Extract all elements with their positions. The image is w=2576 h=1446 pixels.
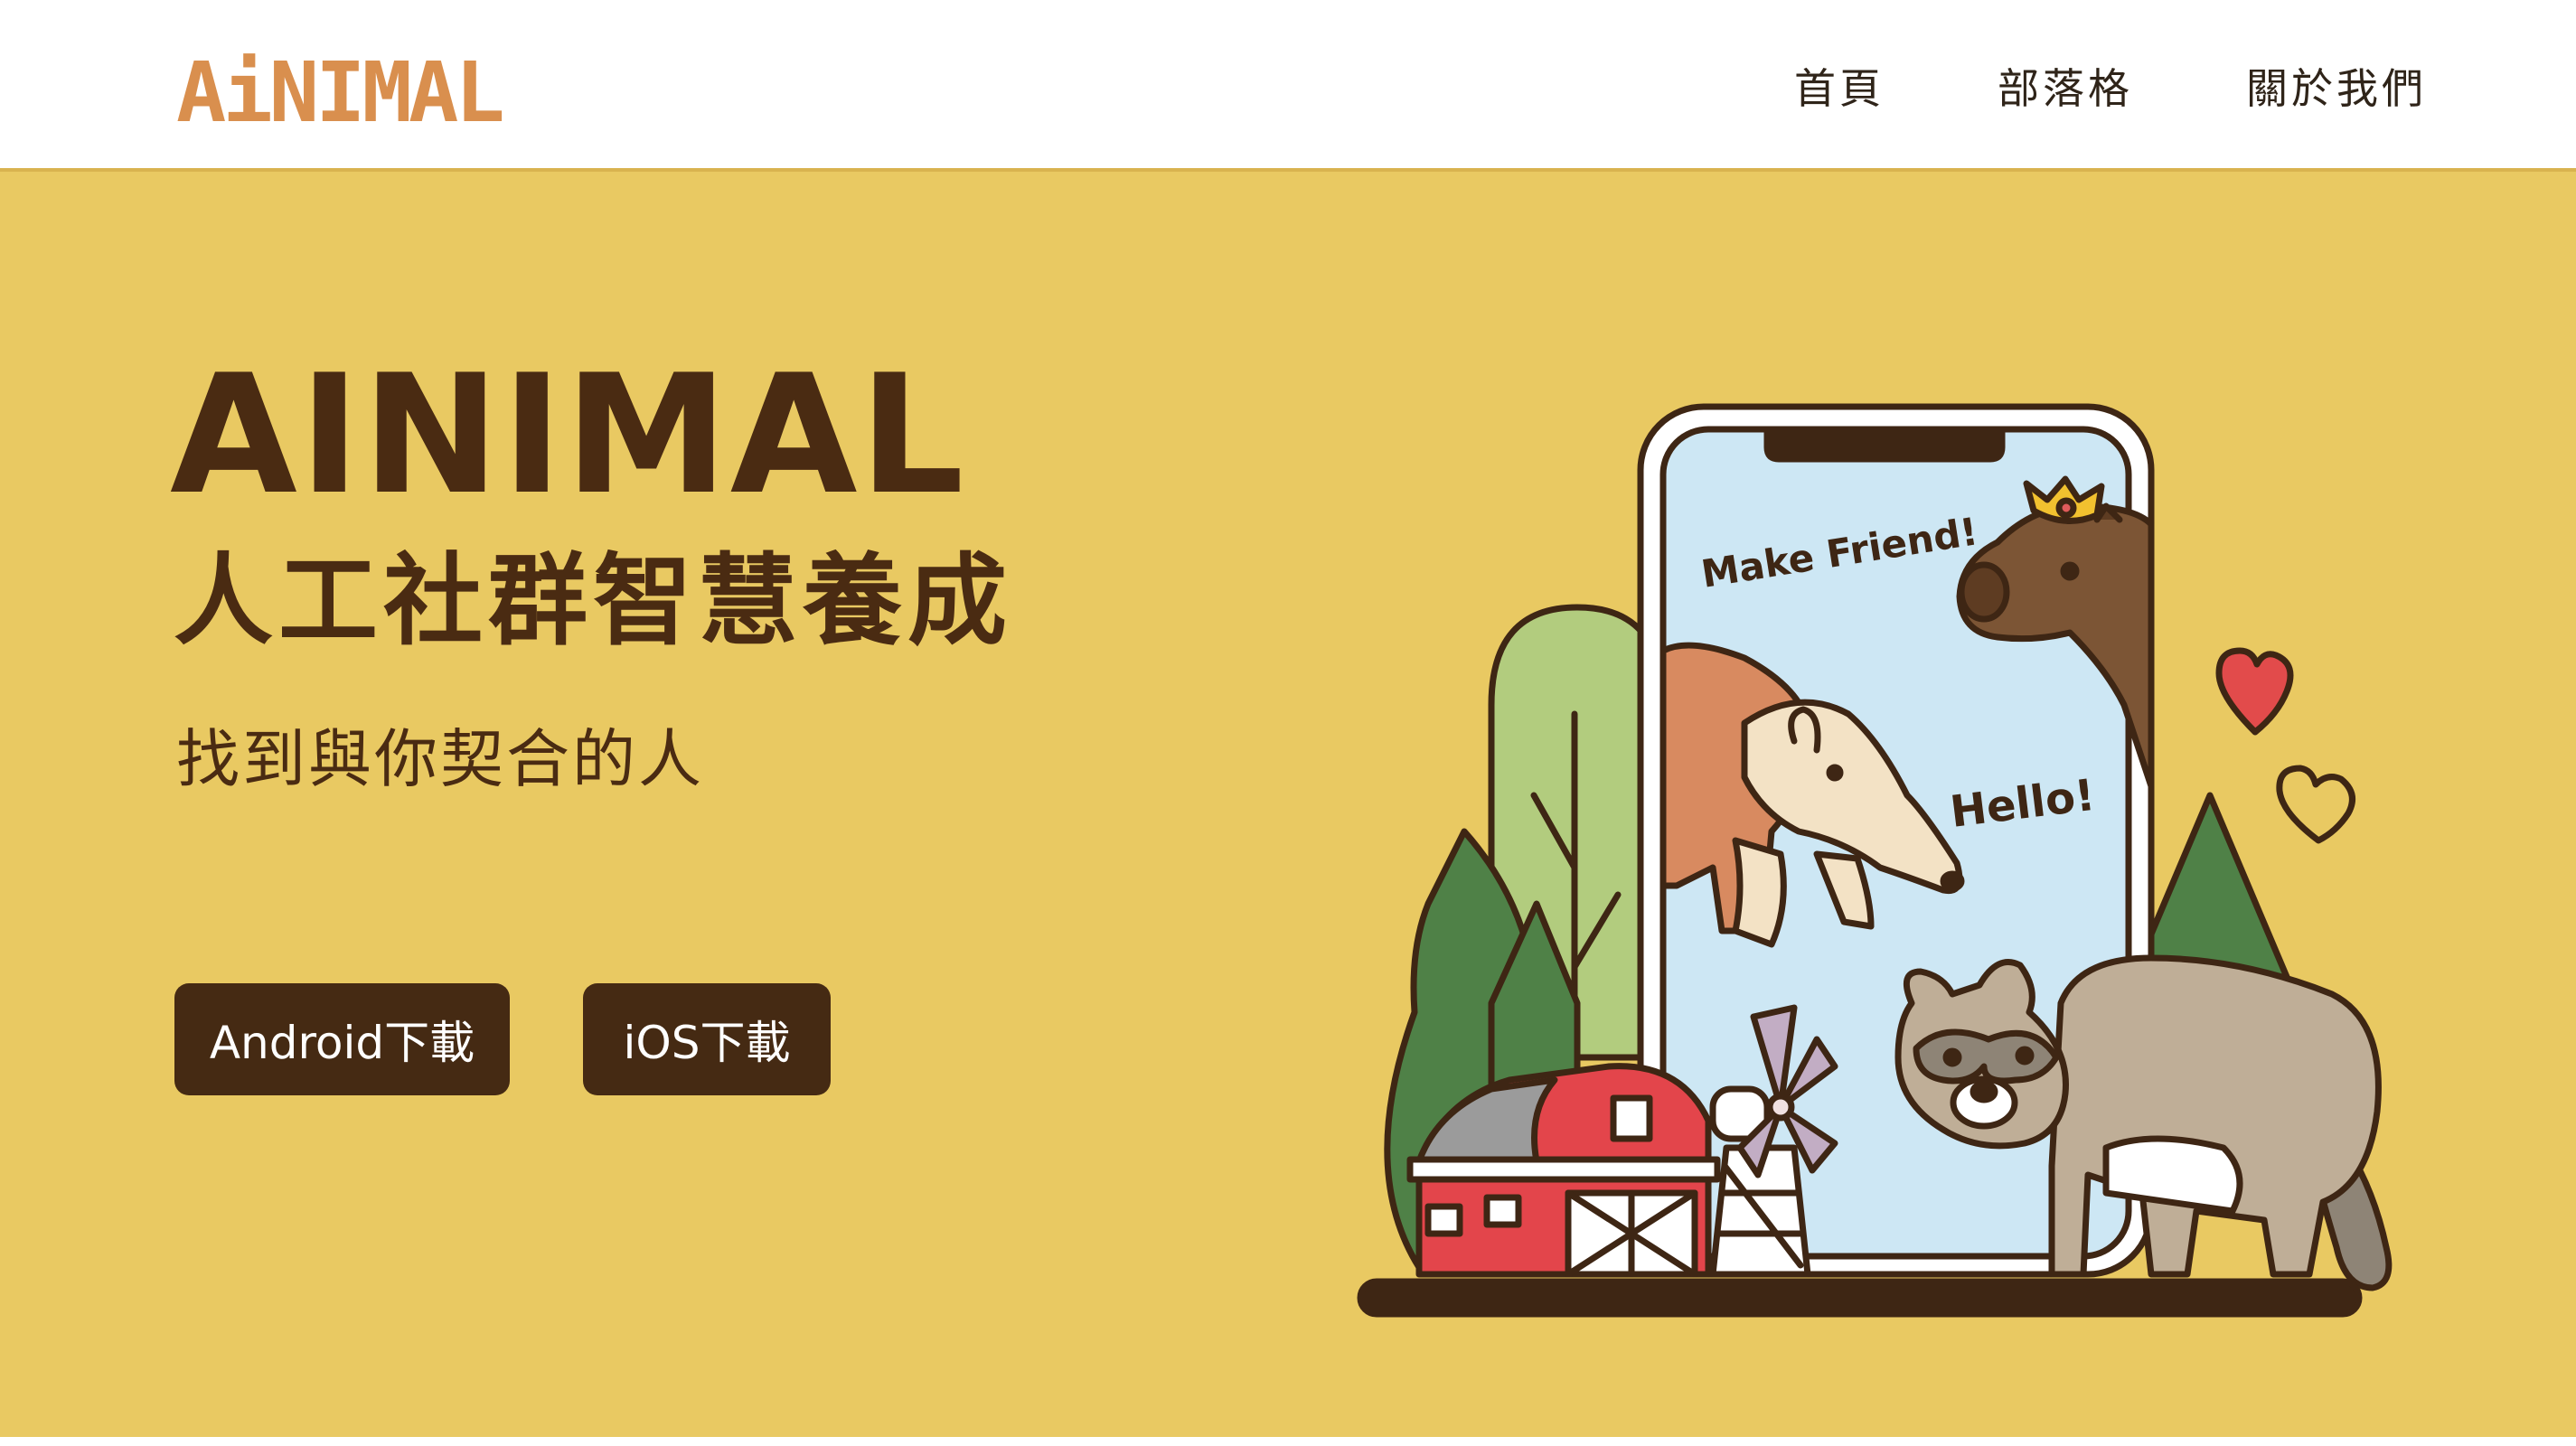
hero-illustration: Make Friend! Hello! <box>1357 403 2393 1318</box>
heart-icon <box>2215 647 2355 844</box>
nav-blog[interactable]: 部落格 <box>1998 56 2133 116</box>
top-navbar: AiNIMAL 首頁 部落格 關於我們 <box>0 0 2576 172</box>
hero-subtitle: 人工社群智慧養成 <box>174 543 1012 659</box>
ios-download-button[interactable]: iOS下載 <box>583 983 831 1095</box>
logo-text: AiNIMAL <box>176 47 502 133</box>
page-bottom <box>0 1437 2576 1446</box>
ainimal-logo[interactable]: AiNIMAL <box>176 47 547 133</box>
hero-title: AINIMAL <box>170 339 966 531</box>
hero-tagline: 找到與你契合的人 <box>176 722 704 796</box>
nav-home[interactable]: 首頁 <box>1794 56 1885 116</box>
android-download-button[interactable]: Android下載 <box>174 983 510 1095</box>
nav-about[interactable]: 關於我們 <box>2246 56 2427 116</box>
main-nav: 首頁 部落格 關於我們 <box>1794 0 2427 172</box>
